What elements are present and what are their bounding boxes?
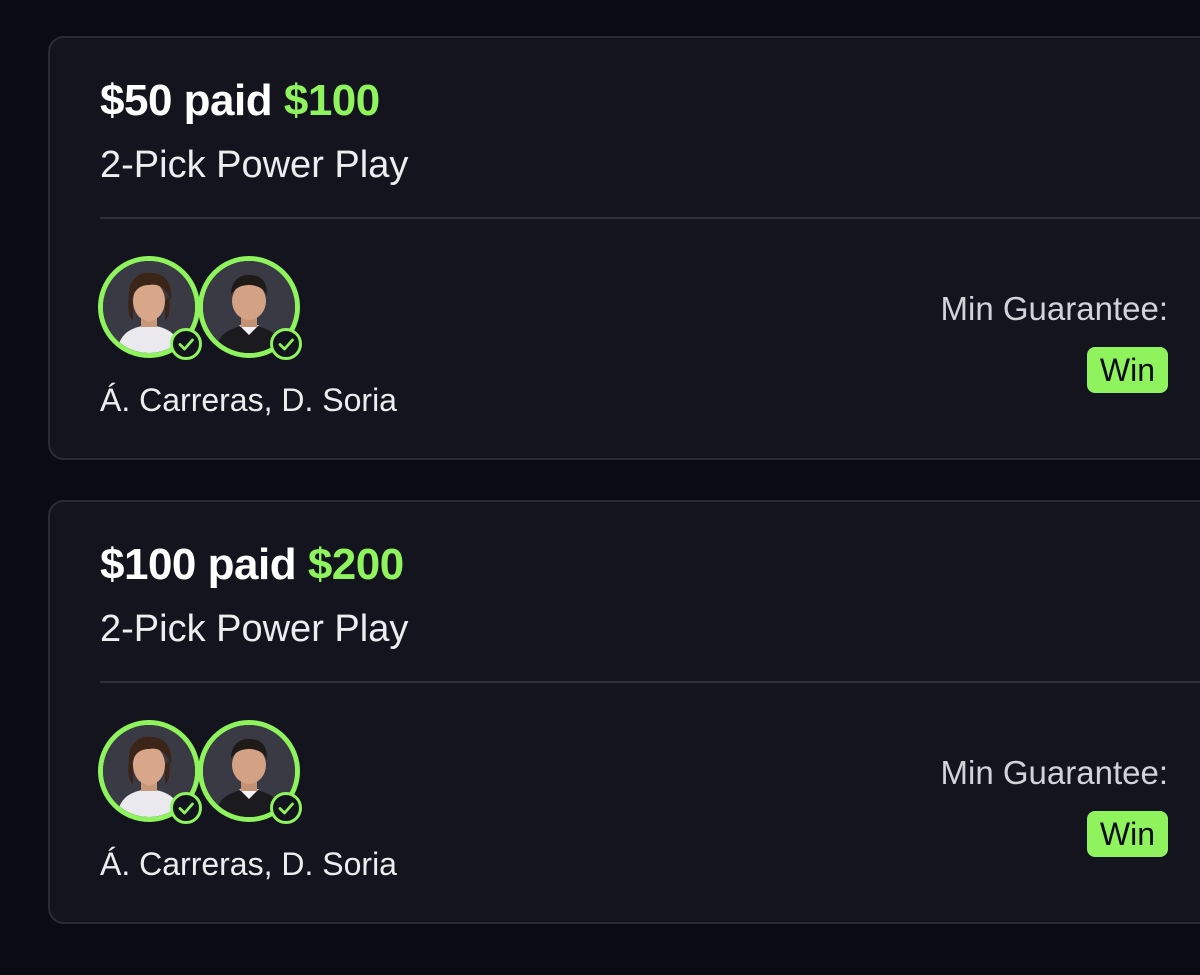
result-badge: Win bbox=[1086, 811, 1168, 857]
player-avatars bbox=[98, 256, 308, 366]
paid-label: paid bbox=[183, 76, 273, 125]
check-circle-icon bbox=[170, 792, 202, 824]
paid-label: paid bbox=[207, 540, 297, 589]
check-circle-icon bbox=[170, 328, 202, 360]
entry-headline: $50 paid $100 bbox=[100, 76, 380, 126]
check-circle-icon bbox=[270, 792, 302, 824]
entry-card[interactable]: $50 paid $100 2-Pick Power Play Á. Carre… bbox=[48, 36, 1200, 460]
payout-amount: $100 bbox=[283, 76, 380, 125]
check-circle-icon bbox=[270, 328, 302, 360]
stake-amount: $100 bbox=[100, 540, 196, 589]
divider bbox=[100, 217, 1200, 219]
player-names: Á. Carreras, D. Soria bbox=[100, 846, 397, 882]
result-badge: Win bbox=[1086, 347, 1168, 393]
divider bbox=[100, 681, 1200, 683]
min-guarantee-label: Min Guarantee: bbox=[940, 754, 1168, 791]
play-type: 2-Pick Power Play bbox=[100, 608, 409, 650]
entry-card[interactable]: $100 paid $200 2-Pick Power Play Á. Carr… bbox=[48, 500, 1200, 924]
min-guarantee-label: Min Guarantee: bbox=[940, 290, 1168, 327]
play-type: 2-Pick Power Play bbox=[100, 144, 409, 186]
payout-amount: $200 bbox=[307, 540, 404, 589]
player-names: Á. Carreras, D. Soria bbox=[100, 382, 397, 418]
player-avatars bbox=[98, 720, 308, 830]
entry-headline: $100 paid $200 bbox=[100, 540, 404, 590]
entries-page: $50 paid $100 2-Pick Power Play Á. Carre… bbox=[0, 0, 1200, 975]
stake-amount: $50 bbox=[100, 76, 172, 125]
